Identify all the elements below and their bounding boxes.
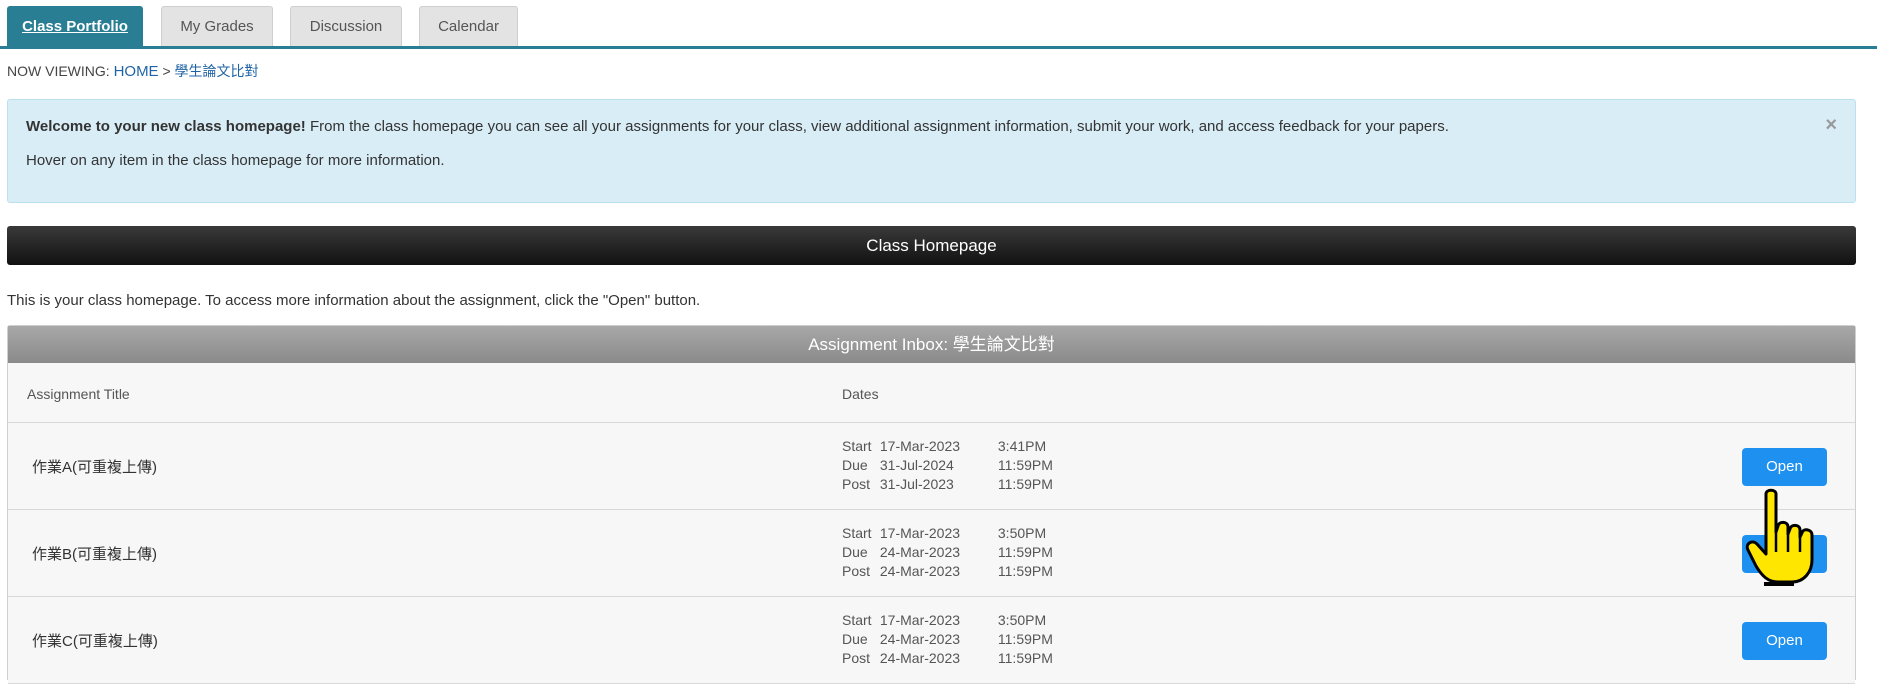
time-value: 11:59PM bbox=[997, 631, 1053, 647]
table-row: 作業A(可重複上傳) Start 17-Mar-2023 3:41PM Due 3… bbox=[8, 423, 1855, 510]
alert-line-1: Welcome to your new class homepage! From… bbox=[26, 118, 1837, 135]
date-label: Start bbox=[842, 612, 872, 628]
table-header-row: Assignment Title Dates bbox=[8, 363, 1855, 423]
assignment-title: 作業B(可重複上傳) bbox=[32, 546, 157, 563]
open-button[interactable]: Open bbox=[1742, 622, 1827, 660]
alert-bold-text: Welcome to your new class homepage! bbox=[26, 118, 306, 135]
assignment-inbox: Assignment Inbox: 學生論文比對 Assignment Titl… bbox=[7, 325, 1856, 684]
welcome-alert: Welcome to your new class homepage! From… bbox=[7, 99, 1856, 203]
date-value: 24-Mar-2023 bbox=[879, 631, 961, 647]
date-label: Post bbox=[842, 476, 871, 492]
tab-calendar[interactable]: Calendar bbox=[419, 6, 518, 46]
column-header-dates: Dates bbox=[842, 386, 879, 402]
date-value: 31-Jul-2024 bbox=[879, 457, 954, 473]
table-row: 作業C(可重複上傳) Start 17-Mar-2023 3:50PM Due 2… bbox=[8, 597, 1855, 684]
date-value: 31-Jul-2023 bbox=[879, 476, 954, 492]
breadcrumb-separator: > bbox=[162, 63, 171, 79]
date-value: 24-Mar-2023 bbox=[879, 563, 961, 579]
breadcrumb-prefix: NOW VIEWING: bbox=[7, 63, 110, 79]
alert-text: From the class homepage you can see all … bbox=[305, 118, 1449, 135]
inbox-title: Assignment Inbox: 學生論文比對 bbox=[8, 326, 1855, 363]
time-value: 11:59PM bbox=[997, 544, 1053, 560]
date-label: Due bbox=[842, 544, 868, 560]
date-value: 17-Mar-2023 bbox=[879, 525, 961, 541]
date-value: 17-Mar-2023 bbox=[879, 612, 961, 628]
date-value: 24-Mar-2023 bbox=[879, 544, 961, 560]
time-value: 3:50PM bbox=[997, 525, 1047, 541]
time-value: 3:41PM bbox=[997, 438, 1047, 454]
tab-class-portfolio[interactable]: Class Portfolio bbox=[7, 6, 143, 46]
time-value: 11:59PM bbox=[997, 650, 1053, 666]
intro-text: This is your class homepage. To access m… bbox=[7, 292, 701, 309]
assignment-dates: Start 17-Mar-2023 3:41PM Due 31-Jul-2024 1… bbox=[842, 437, 1053, 494]
date-label: Start bbox=[842, 525, 872, 541]
assignment-dates: Start 17-Mar-2023 3:50PM Due 24-Mar-2023 1… bbox=[842, 611, 1053, 668]
alert-line-2: Hover on any item in the class homepage … bbox=[26, 152, 445, 169]
time-value: 11:59PM bbox=[997, 457, 1053, 473]
tab-my-grades[interactable]: My Grades bbox=[161, 6, 273, 46]
open-button[interactable]: Open bbox=[1742, 448, 1827, 486]
tab-discussion[interactable]: Discussion bbox=[290, 6, 402, 46]
assignment-title: 作業A(可重複上傳) bbox=[32, 459, 157, 476]
date-label: Post bbox=[842, 650, 871, 666]
date-value: 24-Mar-2023 bbox=[879, 650, 961, 666]
date-label: Due bbox=[842, 631, 868, 647]
time-value: 11:59PM bbox=[997, 476, 1053, 492]
breadcrumb: NOW VIEWING: HOME > 學生論文比對 bbox=[7, 61, 259, 81]
hand-pointer-icon bbox=[1745, 488, 1814, 586]
table-row: 作業B(可重複上傳) Start 17-Mar-2023 3:50PM Due 2… bbox=[8, 510, 1855, 597]
class-homepage-header: Class Homepage bbox=[7, 226, 1856, 265]
assignment-dates: Start 17-Mar-2023 3:50PM Due 24-Mar-2023 1… bbox=[842, 524, 1053, 581]
close-icon[interactable]: × bbox=[1825, 114, 1837, 137]
date-label: Due bbox=[842, 457, 868, 473]
tab-bar: Class Portfolio My Grades Discussion Cal… bbox=[0, 0, 1877, 49]
time-value: 11:59PM bbox=[997, 563, 1053, 579]
time-value: 3:50PM bbox=[997, 612, 1047, 628]
breadcrumb-current-link[interactable]: 學生論文比對 bbox=[175, 63, 259, 79]
date-label: Post bbox=[842, 563, 871, 579]
date-value: 17-Mar-2023 bbox=[879, 438, 961, 454]
date-label: Start bbox=[842, 438, 872, 454]
column-header-title: Assignment Title bbox=[27, 386, 130, 402]
breadcrumb-home-link[interactable]: HOME bbox=[114, 63, 159, 80]
assignment-title: 作業C(可重複上傳) bbox=[32, 633, 158, 650]
